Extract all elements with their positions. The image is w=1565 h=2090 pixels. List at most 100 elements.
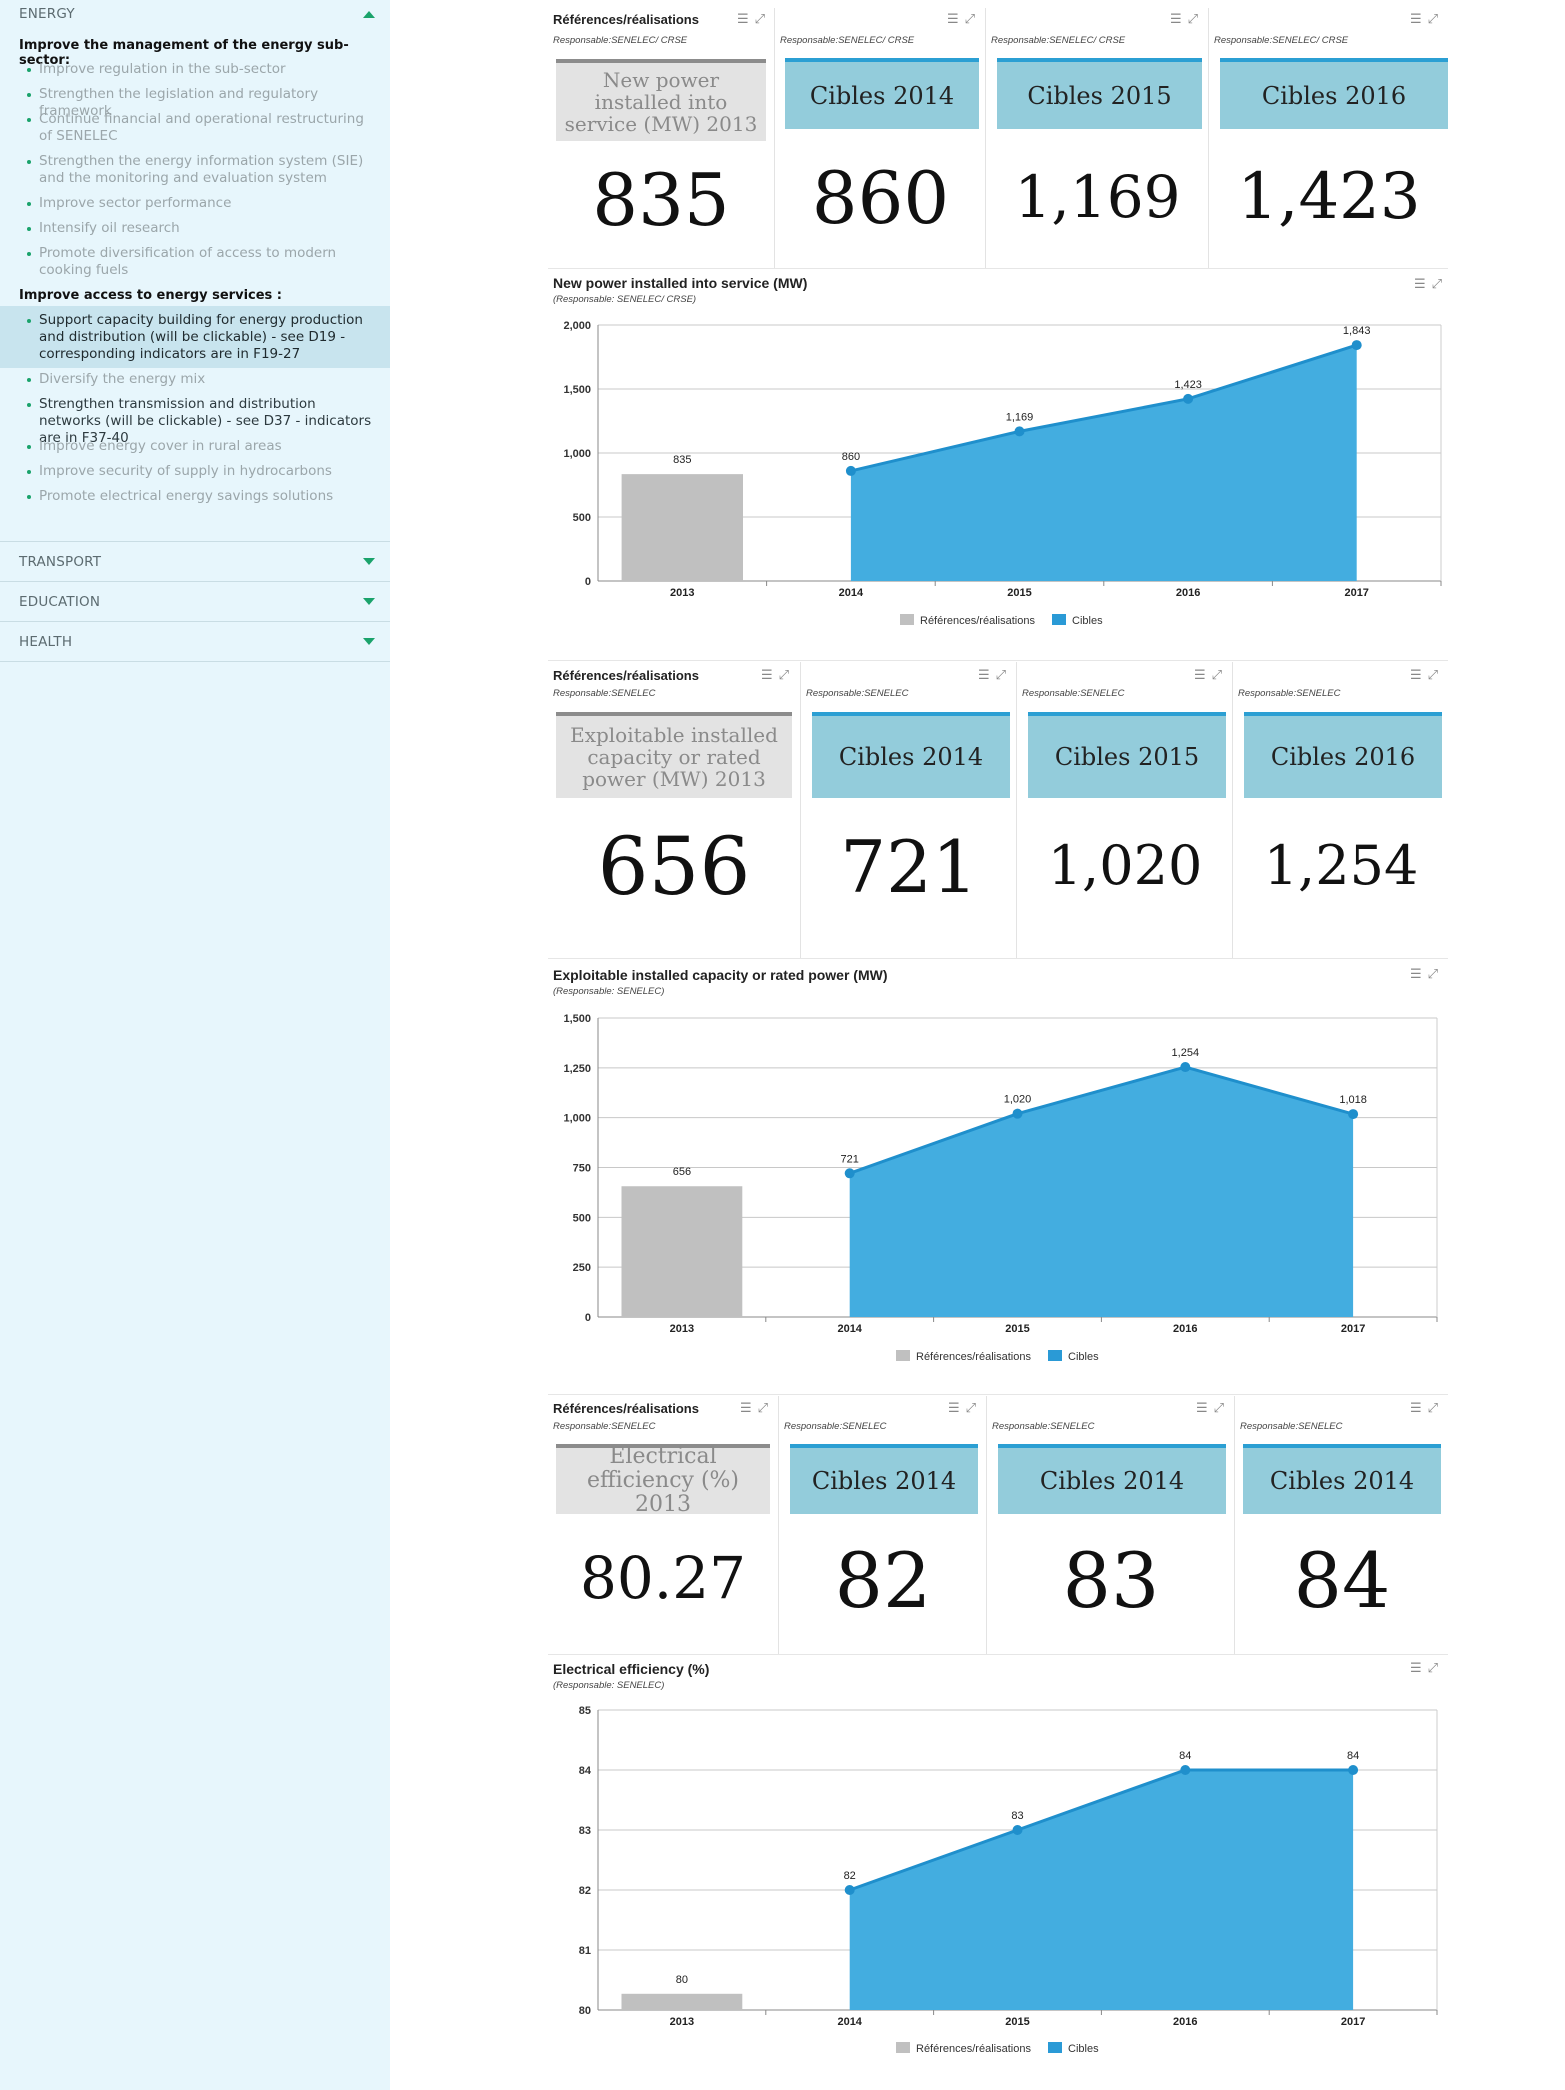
card-title: Références/réalisations — [553, 1401, 699, 1416]
hamburger-menu-icon[interactable]: ☰ — [948, 1401, 960, 1416]
sidebar-item[interactable]: Continue financial and operational restr… — [0, 111, 390, 145]
hamburger-menu-icon[interactable]: ☰ — [1170, 12, 1182, 27]
divider — [548, 1654, 1448, 1655]
expand-icon[interactable]: ⤢ — [1214, 1401, 1224, 1416]
sidebar-section-energy[interactable]: ENERGY — [0, 0, 390, 28]
legend-label: Références/réalisations — [920, 615, 1035, 627]
sidebar-item[interactable]: Diversify the energy mix — [0, 371, 390, 388]
hamburger-menu-icon[interactable]: ☰ — [947, 12, 959, 27]
sidebar-item[interactable]: Improve sector performance — [0, 195, 390, 212]
chart-title: Electrical efficiency (%) — [553, 1661, 710, 1677]
bar-reference — [621, 474, 743, 581]
expand-arrow-icon[interactable] — [363, 598, 375, 605]
kpi-value: 835 — [592, 158, 730, 242]
sidebar-item[interactable]: Improve energy cover in rural areas — [0, 438, 390, 455]
section-title: TRANSPORT — [19, 554, 102, 570]
bullet-icon — [27, 445, 31, 449]
bullet-icon — [27, 202, 31, 206]
legend-label: Cibles — [1068, 2043, 1099, 2055]
divider — [548, 1394, 1448, 1395]
y-tick-label: 1,000 — [563, 1113, 591, 1125]
expand-arrow-icon[interactable] — [363, 558, 375, 565]
kpi-value: 860 — [811, 156, 950, 240]
expand-icon[interactable]: ⤢ — [1212, 668, 1222, 683]
expand-icon[interactable]: ⤢ — [1428, 967, 1438, 982]
data-label: 1,020 — [1004, 1094, 1032, 1106]
chart-electrical-efficiency: 80 81 82 83 84 85 2013 2014 2015 2016 2017 80 82 83 84… — [579, 1705, 1438, 2055]
kpi-label: Cibles 2014 — [1243, 1444, 1441, 1514]
sidebar-section-health[interactable]: HEALTH — [0, 622, 390, 662]
data-point — [1180, 1062, 1191, 1073]
card-tools: ☰ ⤢ — [972, 668, 1006, 683]
responsable-label: Responsable:SENELEC — [1022, 688, 1125, 699]
legend-swatch-reference — [900, 614, 914, 625]
x-tick-label: 2013 — [670, 1323, 694, 1335]
hamburger-menu-icon[interactable]: ☰ — [1196, 1401, 1208, 1416]
expand-icon[interactable]: ⤢ — [1428, 668, 1438, 683]
x-tick-label: 2016 — [1173, 1323, 1197, 1335]
data-label: 84 — [1347, 1750, 1359, 1762]
hamburger-menu-icon[interactable]: ☰ — [761, 668, 773, 683]
hamburger-menu-icon[interactable]: ☰ — [740, 1401, 752, 1416]
y-tick-label: 84 — [579, 1765, 592, 1777]
kpi-card-target: Responsable:SENELEC ☰ ⤢ Cibles 2014 84 — [1234, 1396, 1448, 1654]
hamburger-menu-icon[interactable]: ☰ — [1410, 967, 1422, 982]
expand-icon[interactable]: ⤢ — [1428, 12, 1438, 27]
data-label: 721 — [841, 1153, 859, 1165]
kpi-label: Cibles 2014 — [998, 1444, 1226, 1514]
x-tick-label: 2013 — [670, 2016, 694, 2028]
sidebar-section-transport[interactable]: TRANSPORT — [0, 542, 390, 582]
hamburger-menu-icon[interactable]: ☰ — [1410, 1401, 1422, 1416]
expand-icon[interactable]: ⤢ — [1428, 1661, 1438, 1676]
hamburger-menu-icon[interactable]: ☰ — [978, 668, 990, 683]
sidebar-item-selected[interactable]: Support capacity building for energy pro… — [0, 306, 390, 368]
expand-icon[interactable]: ⤢ — [758, 1401, 768, 1416]
data-label: 1,423 — [1174, 379, 1202, 391]
expand-icon[interactable]: ⤢ — [1432, 277, 1442, 292]
kpi-card-target: Responsable:SENELEC/ CRSE ☰ ⤢ Cibles 2016… — [1208, 8, 1448, 268]
sidebar-section-education[interactable]: EDUCATION — [0, 582, 390, 622]
sidebar-item[interactable]: Improve regulation in the sub-sector — [0, 61, 390, 78]
expand-icon[interactable]: ⤢ — [779, 668, 789, 683]
kpi-value: 84 — [1293, 1536, 1391, 1625]
kpi-card-reference: Références/réalisations Responsable:SENE… — [548, 8, 774, 268]
sidebar-item[interactable]: Strengthen the energy information system… — [0, 153, 390, 187]
sidebar-item[interactable]: Promote electrical energy savings soluti… — [0, 488, 390, 505]
sidebar-item[interactable]: Intensify oil research — [0, 220, 390, 237]
data-label: 83 — [1011, 1810, 1023, 1822]
bullet-icon — [27, 118, 31, 122]
collapse-arrow-icon[interactable] — [363, 11, 375, 18]
hamburger-menu-icon[interactable]: ☰ — [1410, 1661, 1422, 1676]
expand-icon[interactable]: ⤢ — [1188, 12, 1198, 27]
kpi-value: 721 — [840, 825, 978, 909]
y-tick-label: 85 — [579, 1705, 591, 1717]
hamburger-menu-icon[interactable]: ☰ — [1410, 668, 1422, 683]
card-tools: ☰ ⤢ — [734, 1401, 768, 1416]
hamburger-menu-icon[interactable]: ☰ — [737, 12, 749, 27]
sidebar-item[interactable]: Improve security of supply in hydrocarbo… — [0, 463, 390, 480]
hamburger-menu-icon[interactable]: ☰ — [1194, 668, 1206, 683]
expand-icon[interactable]: ⤢ — [755, 12, 765, 27]
data-label: 860 — [842, 451, 860, 463]
sidebar-item[interactable]: Promote diversification of access to mod… — [0, 245, 390, 279]
data-label: 82 — [844, 1870, 856, 1882]
data-label: 84 — [1179, 1750, 1191, 1762]
expand-icon[interactable]: ⤢ — [996, 668, 1006, 683]
x-tick-label: 2015 — [1007, 587, 1031, 599]
kpi-label: Cibles 2015 — [997, 58, 1202, 129]
card-tools: ☰ ⤢ — [1190, 1401, 1224, 1416]
chart-title: New power installed into service (MW) — [553, 275, 808, 291]
responsable-label: Responsable:SENELEC/ CRSE — [991, 35, 1126, 46]
hamburger-menu-icon[interactable]: ☰ — [1410, 12, 1422, 27]
expand-arrow-icon[interactable] — [363, 638, 375, 645]
kpi-card-target: Responsable:SENELEC/ CRSE ☰ ⤢ Cibles 2015… — [985, 8, 1208, 268]
x-tick-label: 2013 — [670, 587, 694, 599]
card-title: Références/réalisations — [553, 668, 699, 683]
expand-icon[interactable]: ⤢ — [965, 12, 975, 27]
hamburger-menu-icon[interactable]: ☰ — [1414, 277, 1426, 292]
expand-icon[interactable]: ⤢ — [966, 1401, 976, 1416]
y-tick-label: 1,000 — [563, 448, 591, 460]
section-title: EDUCATION — [19, 594, 101, 610]
bullet-icon — [27, 93, 31, 97]
expand-icon[interactable]: ⤢ — [1428, 1401, 1438, 1416]
